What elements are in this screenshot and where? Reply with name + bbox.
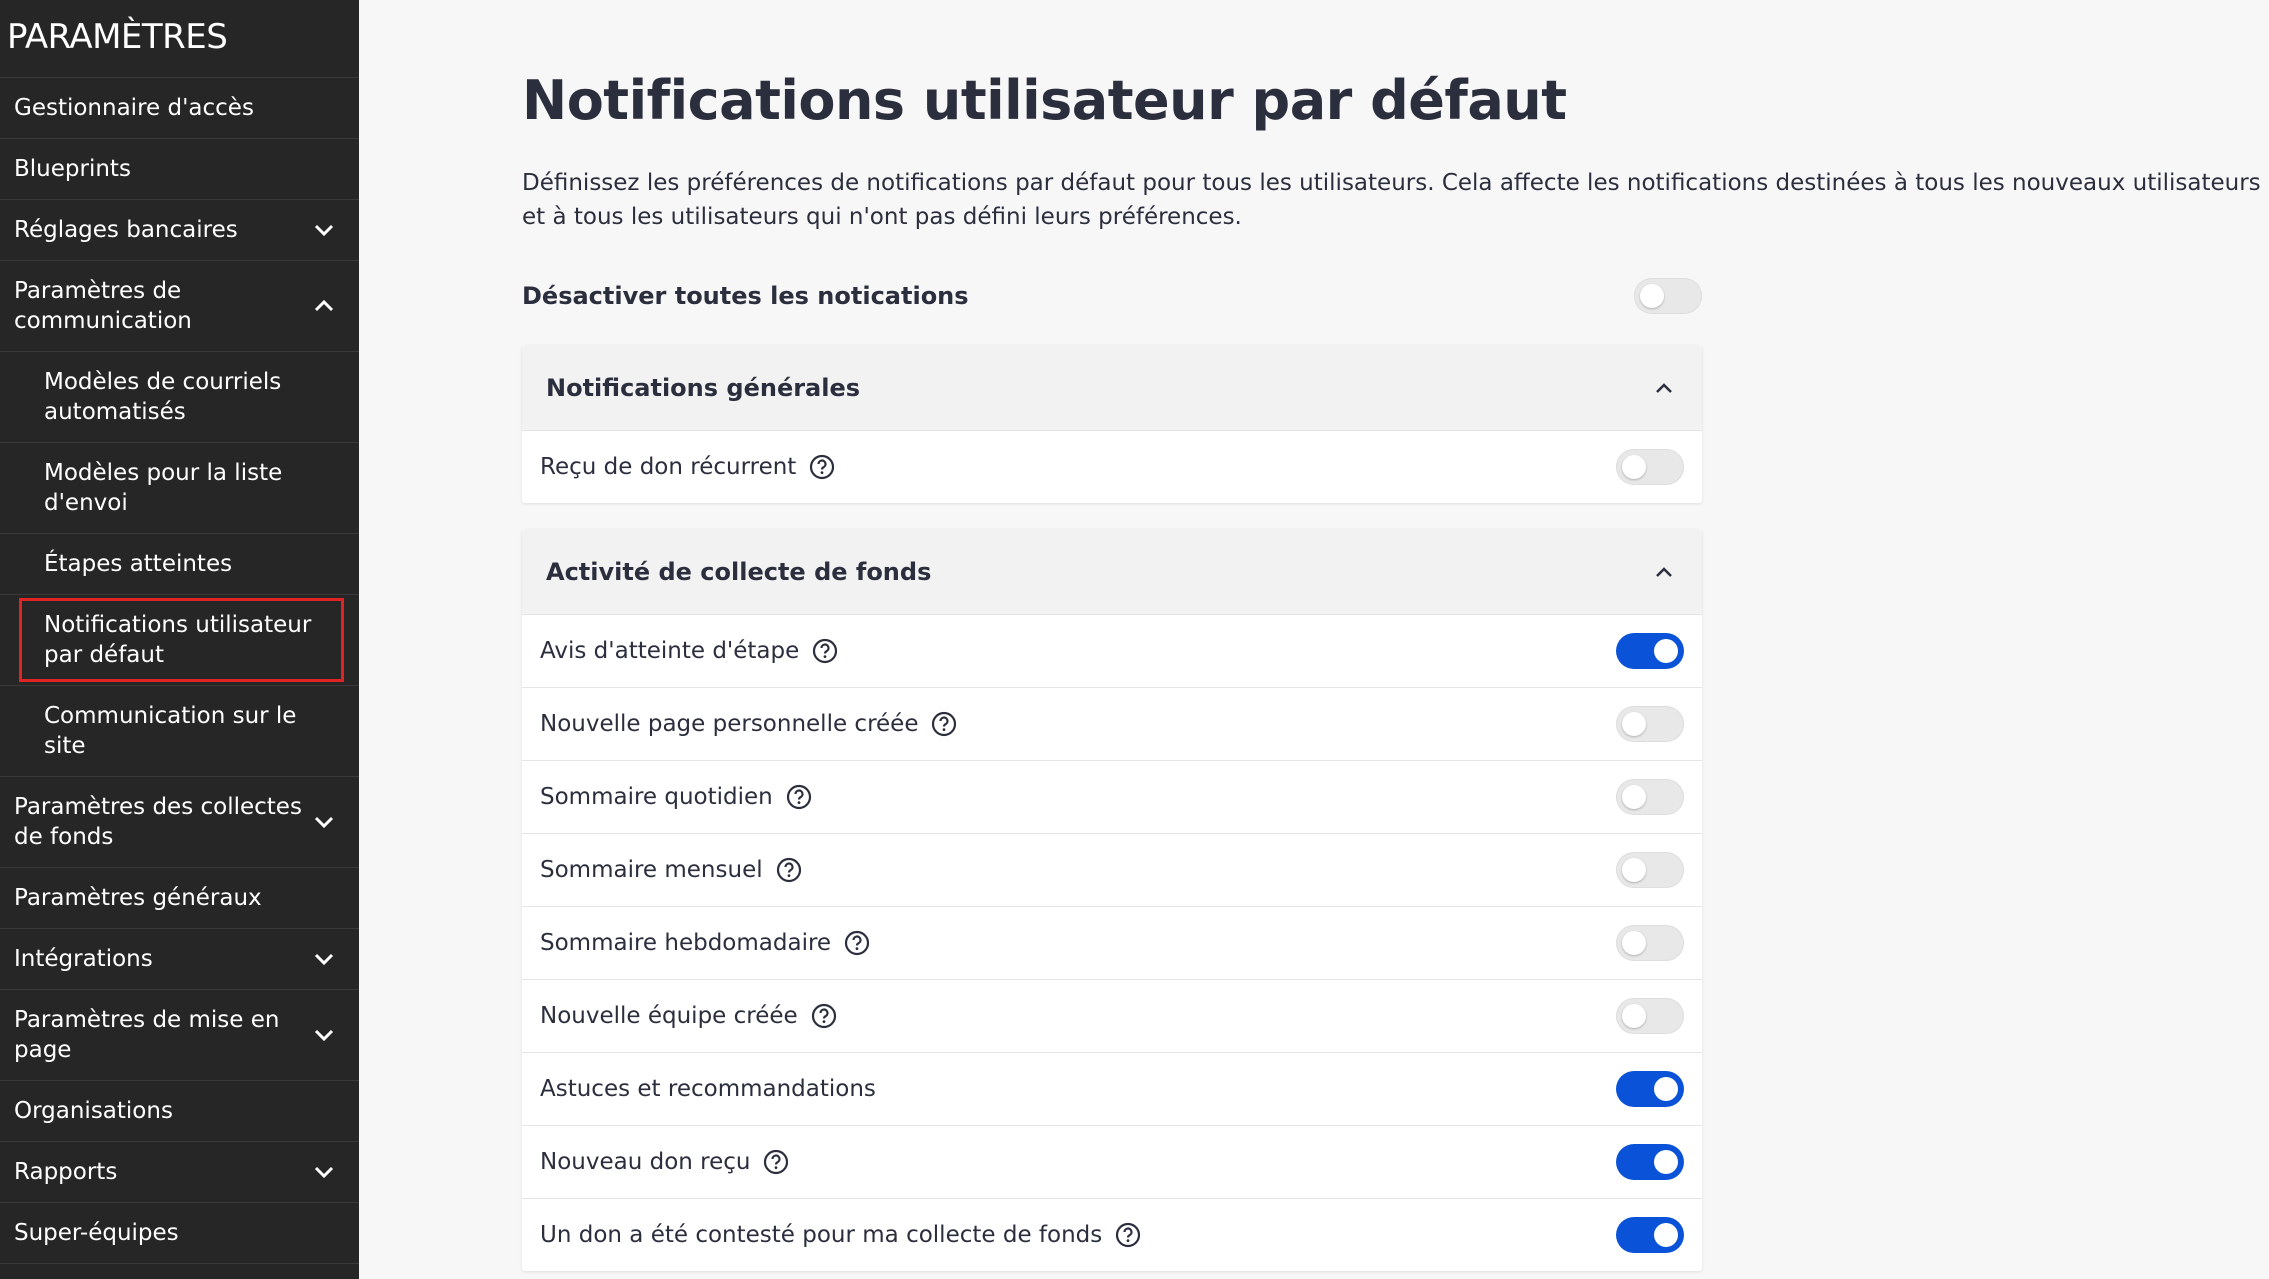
notification-row: Un don a été contesté pour ma collecte d… — [522, 1198, 1702, 1271]
sidebar-item-label: Étapes atteintes — [44, 551, 233, 577]
weekly-summary-toggle[interactable] — [1616, 925, 1684, 961]
page-title: Notifications utilisateur par défaut — [522, 69, 1567, 132]
notification-label: Avis d'atteinte d'étape — [540, 638, 800, 664]
notification-label: Un don a été contesté pour ma collecte d… — [540, 1222, 1103, 1248]
page-description: Définissez les préférences de notificati… — [522, 170, 2261, 230]
main-content: Notifications utilisateur par défaut Déf… — [359, 0, 2269, 1279]
sidebar-item-label: Modèles pour la liste d'envoi — [44, 460, 283, 516]
chevron-down-icon — [313, 1024, 335, 1046]
notification-label: Sommaire quotidien — [540, 784, 773, 810]
help-icon[interactable] — [762, 1148, 790, 1176]
notification-label: Nouveau don reçu — [540, 1149, 751, 1175]
sidebar-item-label: Paramètres de communication — [14, 278, 192, 334]
sidebar-item-layout-settings[interactable]: Paramètres de mise en page — [0, 990, 359, 1081]
help-icon[interactable] — [1114, 1221, 1142, 1249]
new-team-toggle[interactable] — [1616, 998, 1684, 1034]
sidebar-item-reports[interactable]: Rapports — [0, 1142, 359, 1203]
notification-row: Sommaire mensuel — [522, 833, 1702, 906]
sidebar-item-blueprints[interactable]: Blueprints — [0, 139, 359, 200]
notification-row: Reçu de don récurrent — [522, 430, 1702, 503]
help-icon[interactable] — [810, 1002, 838, 1030]
chevron-down-icon — [313, 1161, 335, 1183]
sidebar-item-label: Réglages bancaires — [14, 217, 238, 243]
help-icon[interactable] — [808, 453, 836, 481]
sidebar-item-label: Modèles de courriels automatisés — [44, 369, 282, 425]
sidebar-title: PARAMÈTRES — [0, 0, 359, 78]
section-header[interactable]: Activité de collecte de fonds — [522, 529, 1702, 614]
sidebar-item-label: Super-équipes — [14, 1220, 179, 1246]
new-donation-toggle[interactable] — [1616, 1144, 1684, 1180]
recurring-receipt-toggle[interactable] — [1616, 449, 1684, 485]
disputed-donation-toggle[interactable] — [1616, 1217, 1684, 1253]
sidebar-item-site-communication[interactable]: Communication sur le site — [0, 686, 359, 777]
help-icon[interactable] — [930, 710, 958, 738]
chevron-down-icon — [313, 811, 335, 833]
disable-all-toggle[interactable] — [1634, 278, 1702, 314]
section-header[interactable]: Notifications générales — [522, 345, 1702, 430]
notification-label: Sommaire mensuel — [540, 857, 763, 883]
chevron-up-icon — [313, 295, 335, 317]
section-title: Activité de collecte de fonds — [546, 557, 932, 586]
notification-label: Nouvelle page personnelle créée — [540, 711, 919, 737]
chevron-down-icon — [313, 948, 335, 970]
chevron-up-icon[interactable] — [1653, 561, 1675, 583]
help-icon[interactable] — [785, 783, 813, 811]
sidebar: PARAMÈTRES Gestionnaire d'accès Blueprin… — [0, 0, 359, 1279]
sidebar-item-label: Blueprints — [14, 156, 131, 182]
sidebar-item-label: Intégrations — [14, 946, 153, 972]
sidebar-item-banking[interactable]: Réglages bancaires — [0, 200, 359, 261]
notification-label: Nouvelle équipe créée — [540, 1003, 798, 1029]
sidebar-item-label: Paramètres des collectes de fonds — [14, 794, 302, 850]
notification-row: Nouveau don reçu — [522, 1125, 1702, 1198]
sidebar-item-label: Rapports — [14, 1159, 118, 1185]
sidebar-item-label: Organisations — [14, 1098, 173, 1124]
new-personal-page-toggle[interactable] — [1616, 706, 1684, 742]
master-toggle-label: Désactiver toutes les notications — [522, 282, 969, 310]
sidebar-item-fundraising-settings[interactable]: Paramètres des collectes de fonds — [0, 777, 359, 868]
sidebar-item-default-notifications[interactable]: Notifications utilisateur par défaut — [0, 595, 359, 686]
sidebar-item-automated-emails[interactable]: Modèles de courriels automatisés — [0, 352, 359, 443]
master-toggle-row: Désactiver toutes les notications — [522, 276, 1702, 316]
notification-label: Sommaire hebdomadaire — [540, 930, 832, 956]
notification-row: Astuces et recommandations — [522, 1052, 1702, 1125]
notification-row: Sommaire hebdomadaire — [522, 906, 1702, 979]
sidebar-item-organisations[interactable]: Organisations — [0, 1081, 359, 1142]
sidebar-item-super-teams[interactable]: Super-équipes — [0, 1203, 359, 1264]
sidebar-item-label: Paramètres généraux — [14, 885, 262, 911]
sidebar-item-label: Notifications utilisateur par défaut — [44, 612, 312, 668]
help-icon[interactable] — [811, 637, 839, 665]
sidebar-item-general-settings[interactable]: Paramètres généraux — [0, 868, 359, 929]
section-fundraising-activity: Activité de collecte de fonds Avis d'att… — [522, 529, 1702, 1271]
sidebar-item-integrations[interactable]: Intégrations — [0, 929, 359, 990]
sidebar-item-communication[interactable]: Paramètres de communication — [0, 261, 359, 352]
sidebar-item-mailing-list[interactable]: Modèles pour la liste d'envoi — [0, 443, 359, 534]
sidebar-item-milestones[interactable]: Étapes atteintes — [0, 534, 359, 595]
section-title: Notifications générales — [546, 373, 861, 402]
notification-label: Reçu de don récurrent — [540, 454, 797, 480]
notification-row: Sommaire quotidien — [522, 760, 1702, 833]
notification-row: Nouvelle page personnelle créée — [522, 687, 1702, 760]
help-icon[interactable] — [843, 929, 871, 957]
section-general-notifications: Notifications générales Reçu de don récu… — [522, 345, 1702, 503]
sidebar-item-access-manager[interactable]: Gestionnaire d'accès — [0, 78, 359, 139]
sidebar-item-label: Paramètres de mise en page — [14, 1007, 280, 1063]
milestone-notice-toggle[interactable] — [1616, 633, 1684, 669]
daily-summary-toggle[interactable] — [1616, 779, 1684, 815]
chevron-up-icon[interactable] — [1653, 377, 1675, 399]
help-icon[interactable] — [775, 856, 803, 884]
sidebar-item-label: Communication sur le site — [44, 703, 297, 759]
notification-row: Avis d'atteinte d'étape — [522, 614, 1702, 687]
chevron-down-icon — [313, 219, 335, 241]
notification-label: Astuces et recommandations — [540, 1076, 876, 1102]
monthly-summary-toggle[interactable] — [1616, 852, 1684, 888]
tips-recommendations-toggle[interactable] — [1616, 1071, 1684, 1107]
notification-row: Nouvelle équipe créée — [522, 979, 1702, 1052]
sidebar-item-label: Gestionnaire d'accès — [14, 95, 254, 121]
